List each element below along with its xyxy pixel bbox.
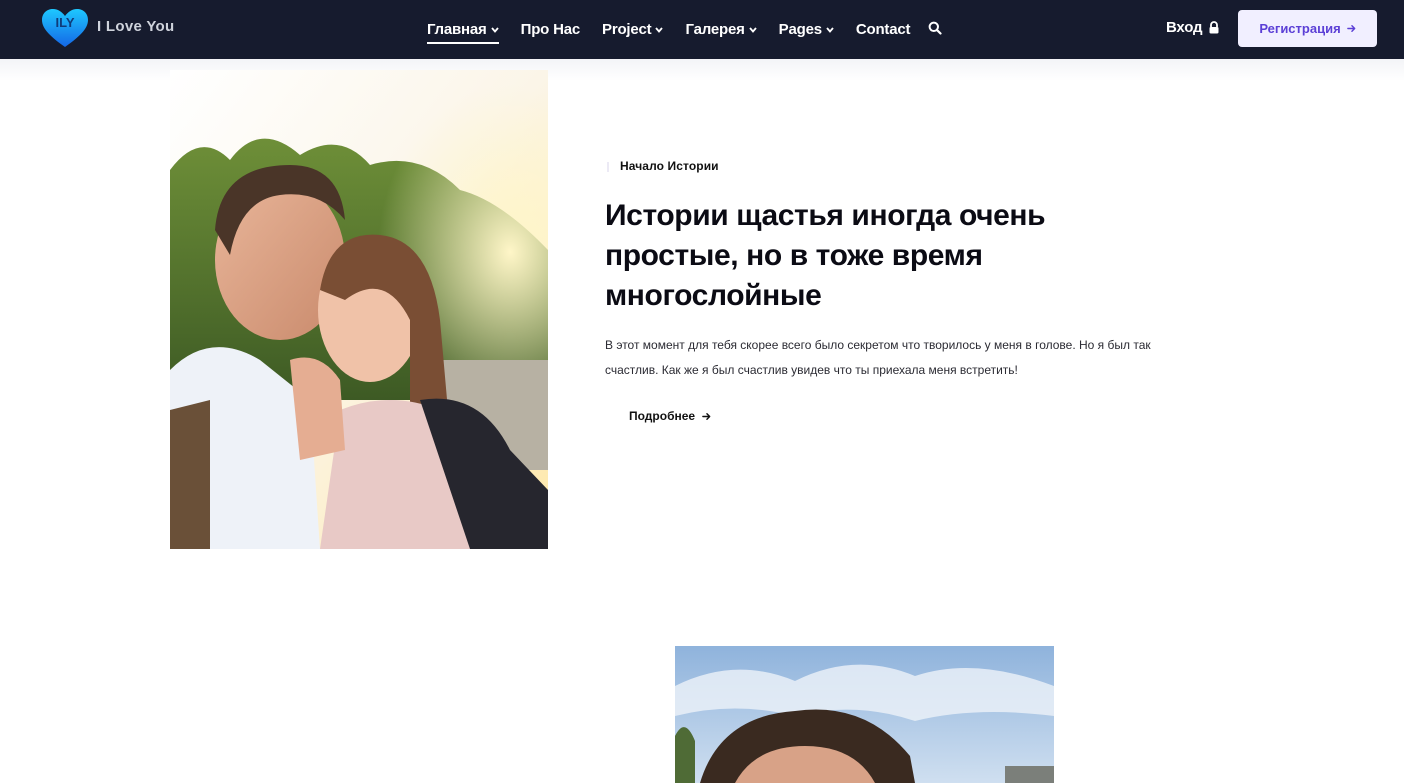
arrow-right-icon [702, 412, 711, 420]
nav-item-contact[interactable]: Contact [855, 21, 911, 38]
register-label: Регистрация [1259, 21, 1341, 36]
nav-item-label: Project [602, 21, 652, 38]
eyebrow-marker [607, 162, 613, 172]
logo[interactable]: ILY I Love You [41, 8, 181, 50]
chevron-down-icon [748, 26, 757, 33]
login-link[interactable]: Вход [1166, 19, 1220, 36]
nav-item-label: Contact [855, 21, 911, 38]
chevron-down-icon [655, 26, 664, 33]
nav-item-home[interactable]: Главная [427, 21, 499, 44]
nav-item-about[interactable]: Про Нас [520, 21, 581, 38]
nav-item-label: Галерея [685, 21, 745, 38]
logo-badge: ILY [55, 15, 74, 30]
second-photo [675, 646, 1054, 783]
chevron-down-icon [490, 26, 499, 33]
chevron-down-icon [826, 26, 834, 33]
story-title: Истории щастья иногда очень простые, но … [605, 199, 1046, 312]
nav-item-label: Pages [778, 21, 822, 38]
nav-item-label: Главная [427, 21, 487, 38]
login-label: Вход [1166, 19, 1203, 36]
register-button[interactable]: Регистрация [1238, 10, 1377, 47]
arrow-right-icon [1346, 25, 1356, 32]
heart-logo-icon: ILY [42, 9, 88, 47]
nav-item-gallery[interactable]: Галерея [685, 21, 757, 38]
story-description: В этот момент для тебя скорее всего было… [605, 338, 1151, 377]
top-navbar: ILY I Love You Главная Про Нас Project Г… [0, 0, 1404, 59]
read-more-label: Подробнее [629, 409, 696, 423]
lock-icon [1209, 21, 1219, 34]
main-nav: Главная Про Нас Project Галерея Pages Co… [427, 0, 910, 59]
logo-text: I Love You [97, 18, 175, 35]
nav-item-label: Про Нас [520, 21, 581, 38]
nav-item-project[interactable]: Project [602, 21, 664, 38]
nav-item-pages[interactable]: Pages [779, 21, 834, 38]
couple-photo [170, 70, 548, 549]
search-icon[interactable] [928, 21, 942, 35]
read-more-link[interactable]: Подробнее [629, 409, 711, 423]
section-eyebrow: Начало Истории [620, 159, 719, 173]
